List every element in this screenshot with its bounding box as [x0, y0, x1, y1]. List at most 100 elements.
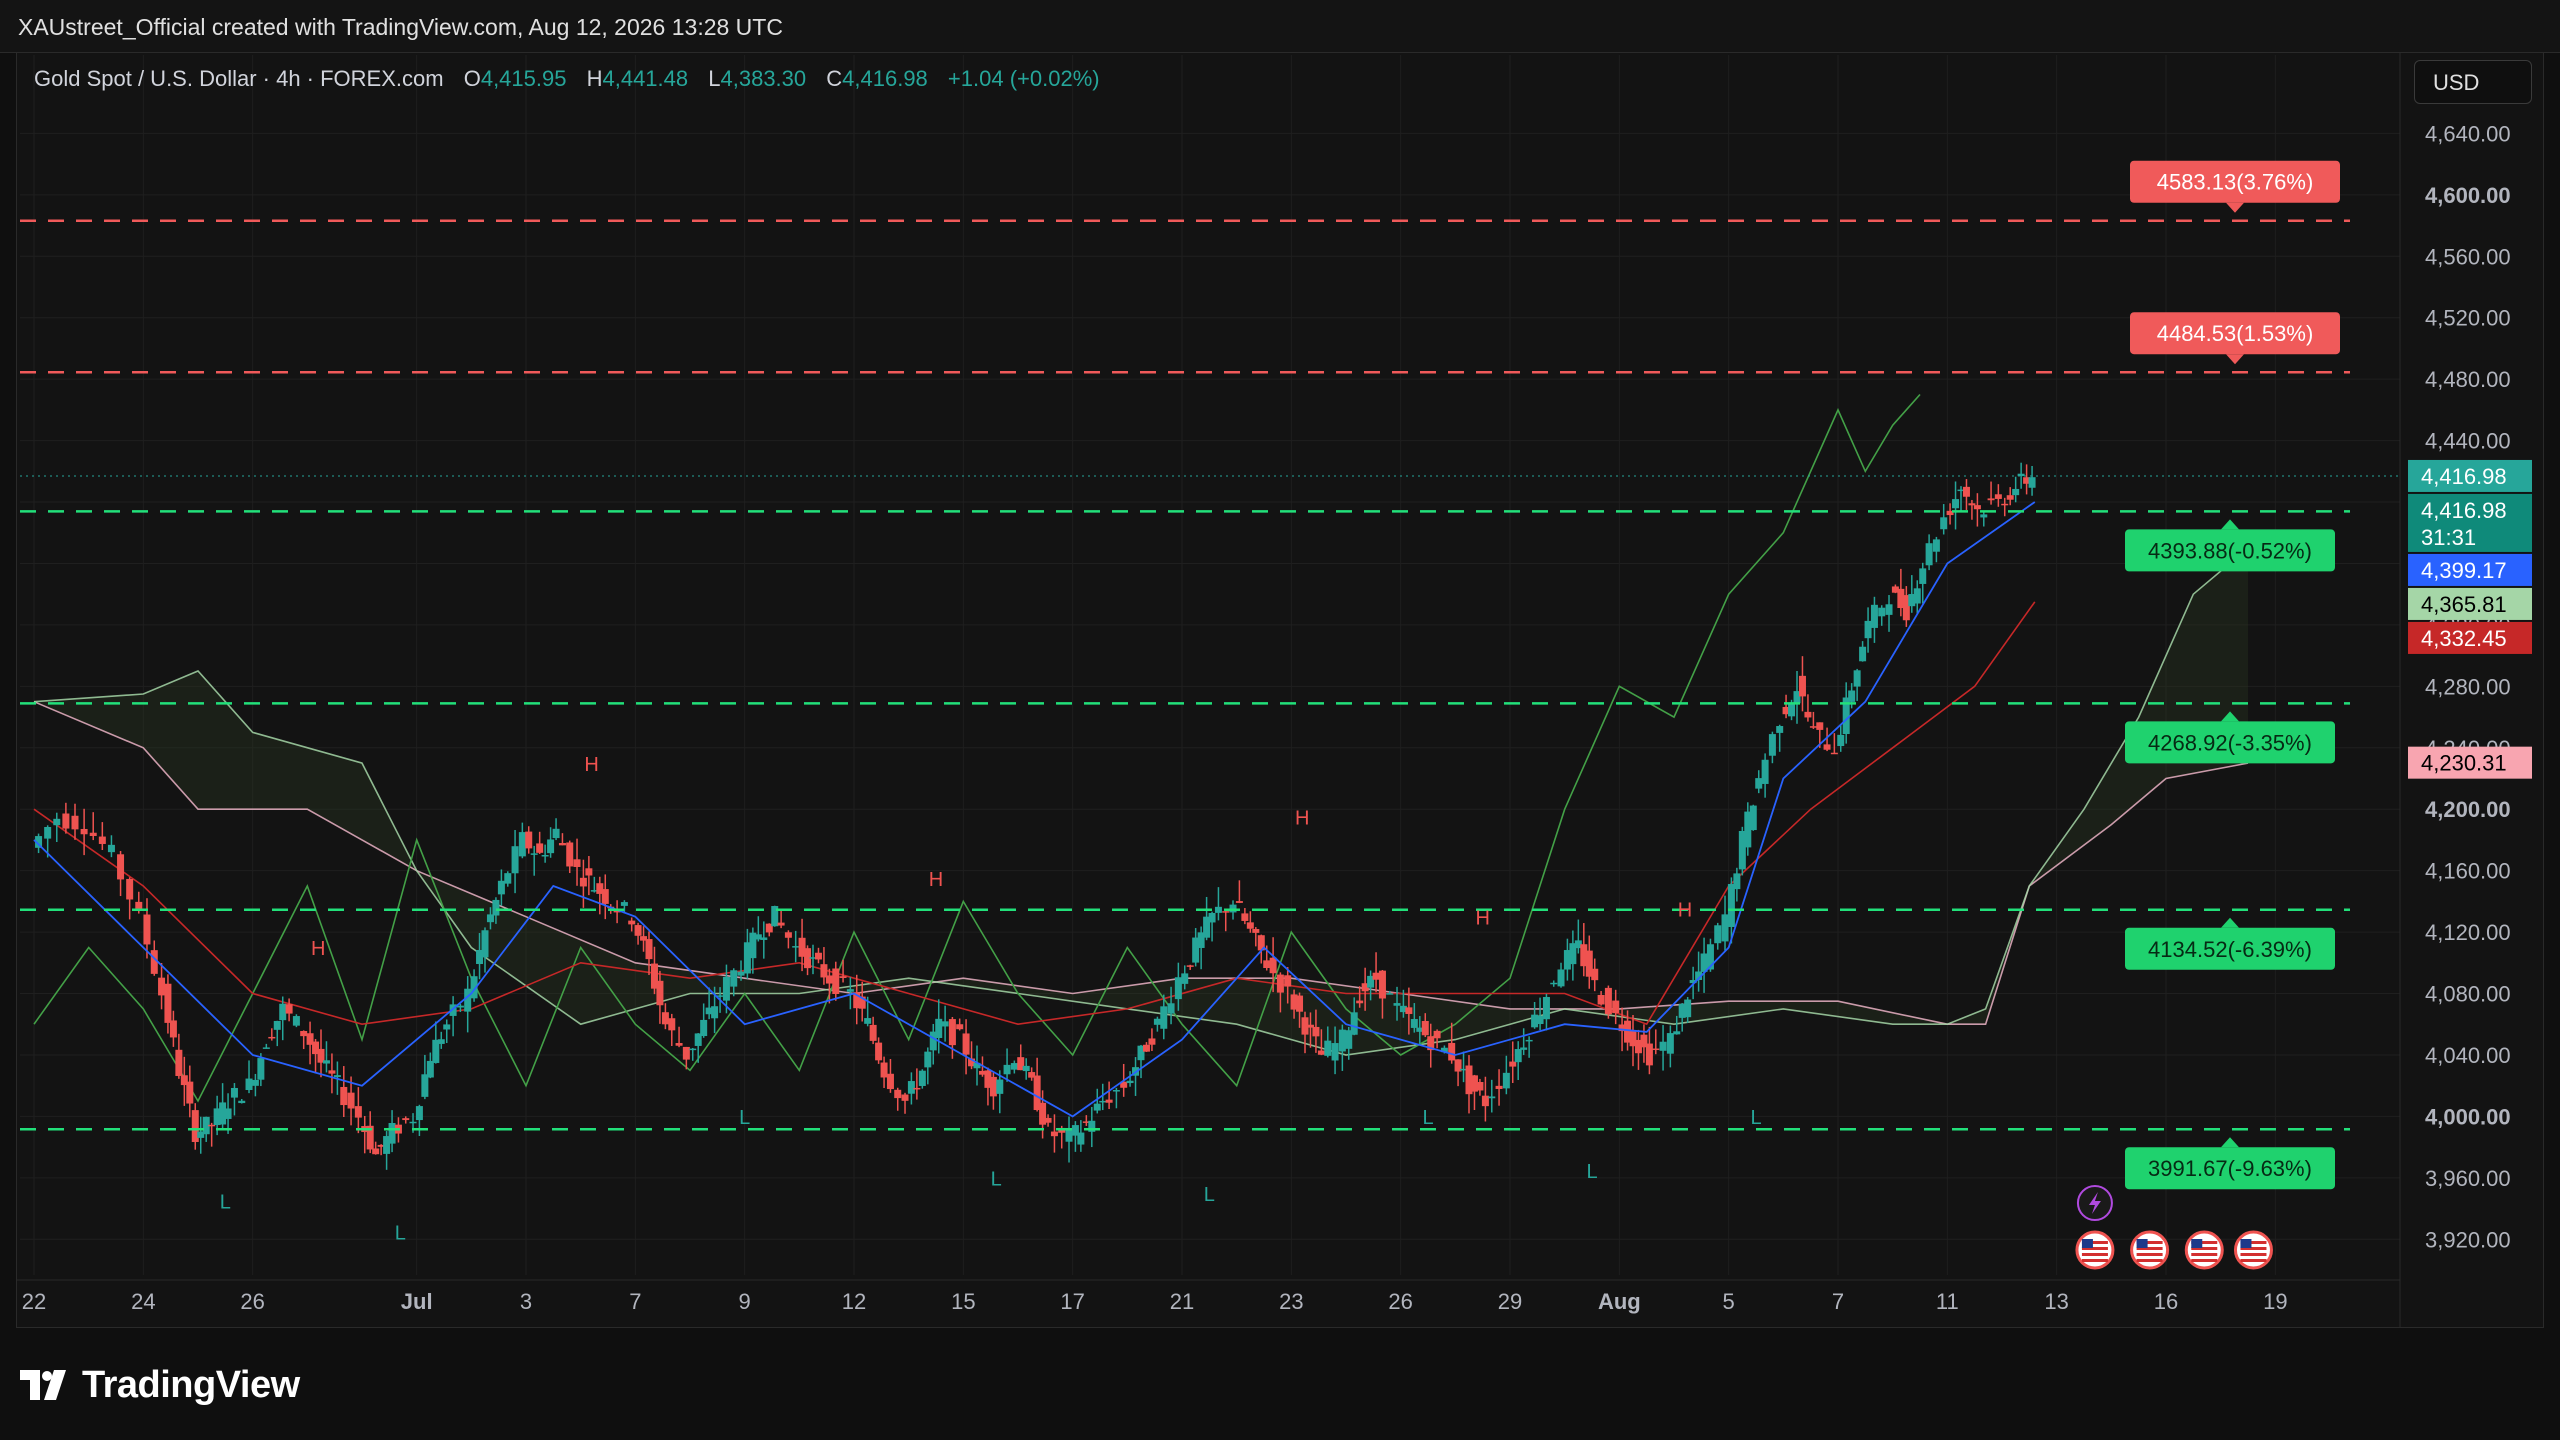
flag-canton	[2081, 1239, 2093, 1248]
price-axis-label: 4,600.00	[2425, 183, 2511, 208]
candle-body	[1488, 1096, 1496, 1099]
time-axis-label: 26	[240, 1289, 264, 1314]
candle-body	[989, 1076, 997, 1097]
candle-body	[1809, 726, 1817, 728]
candle-body	[89, 832, 97, 837]
candle-body	[1167, 1003, 1175, 1014]
candle-body	[1666, 1033, 1674, 1054]
time-axis-label: Jul	[401, 1289, 433, 1314]
chart-canvas[interactable]: 4583.13(3.76%) 4484.53(1.53%) 4393.88(-0.5…	[0, 0, 2560, 1440]
symbol-title[interactable]: Gold Spot / U.S. Dollar · 4h · FOREX.com	[34, 66, 444, 91]
candle-body	[1684, 999, 1692, 1018]
candle-body	[1823, 744, 1831, 750]
candle-body	[44, 826, 52, 839]
candle-body	[948, 1019, 956, 1046]
level-badge-pointer	[2221, 1137, 2239, 1148]
candle-body	[1312, 1026, 1320, 1037]
candle-body	[1885, 604, 1893, 615]
candle-body	[1044, 1117, 1052, 1123]
candle-body	[1393, 1003, 1401, 1006]
candle-body	[689, 1048, 697, 1051]
candle-body	[585, 868, 593, 876]
candle-body	[825, 975, 833, 984]
candle-body	[107, 844, 115, 853]
candle-body	[262, 1047, 270, 1049]
candle-body	[1848, 690, 1856, 702]
candle-body	[547, 839, 555, 854]
candle-body	[347, 1092, 355, 1109]
candle-body	[784, 932, 792, 938]
time-axis-label: 12	[842, 1289, 866, 1314]
candle-body	[1065, 1130, 1073, 1142]
candle-body	[98, 836, 106, 844]
low-value: 4,383.30	[720, 66, 807, 91]
candle-body	[1536, 1015, 1544, 1025]
candle-body	[880, 1062, 888, 1078]
candle-body	[1652, 1048, 1660, 1051]
candle-body	[150, 950, 158, 974]
candle-body	[1798, 675, 1806, 697]
candle-body	[682, 1046, 690, 1060]
price-tag-label: 4,416.98	[2421, 498, 2507, 523]
candle-body	[53, 818, 61, 826]
candle-body	[300, 1030, 308, 1037]
currency-button[interactable]: USD	[2414, 60, 2532, 104]
candle-body	[700, 1019, 708, 1037]
candle-body	[552, 828, 560, 839]
candle-body	[1003, 1064, 1011, 1075]
candle-body	[1372, 972, 1380, 980]
price-axis-label: 3,960.00	[2425, 1166, 2511, 1191]
candle-body	[1331, 1043, 1339, 1061]
candle-body	[409, 1121, 417, 1124]
candle-body	[245, 1078, 253, 1091]
time-axis-label: 7	[1832, 1289, 1844, 1314]
high-value: 4,441.48	[602, 66, 689, 91]
low-label: L	[708, 66, 721, 91]
close-value: 4,416.98	[842, 66, 928, 91]
candle-body	[566, 842, 574, 867]
candle-body	[1550, 982, 1558, 985]
time-axis-label: 16	[2154, 1289, 2178, 1314]
candle-body	[832, 968, 840, 995]
candle-body	[935, 1018, 943, 1038]
high-label: H	[586, 66, 603, 91]
candle-body	[169, 1020, 177, 1038]
candle-body	[628, 920, 636, 925]
pivot-mark-L: L	[739, 1107, 750, 1129]
candle-body	[1099, 1100, 1107, 1103]
candle-body	[1612, 1000, 1620, 1014]
level-label: 4393.88(-0.52%)	[2148, 538, 2312, 563]
candle-body	[1481, 1095, 1489, 1107]
tradingview-logo[interactable]: TradingView	[20, 1360, 300, 1410]
candle-body	[941, 1021, 949, 1027]
candle-body	[1940, 517, 1948, 530]
candle-body	[962, 1033, 970, 1055]
candle-body	[1973, 505, 1981, 510]
candle-body	[251, 1079, 259, 1086]
candle-body	[536, 843, 544, 853]
candle-body	[354, 1106, 362, 1118]
price-tag-label: 4,332.45	[2421, 626, 2507, 651]
candle-body	[1153, 1018, 1161, 1025]
level-label: 3991.67(-9.63%)	[2148, 1156, 2312, 1181]
change-value: +1.04 (+0.02%)	[947, 66, 1100, 91]
candle-body	[421, 1074, 429, 1097]
pivot-mark-L: L	[991, 1169, 1002, 1191]
candle-body	[530, 853, 538, 855]
candle-body	[1405, 1007, 1413, 1014]
candle-body	[1816, 722, 1824, 730]
price-axis-label: 4,440.00	[2425, 429, 2511, 454]
candle-body	[238, 1100, 246, 1104]
time-axis-label: 13	[2044, 1289, 2068, 1314]
candle-body	[1410, 1019, 1418, 1028]
candle-body	[1246, 922, 1254, 929]
time-axis-label: 17	[1060, 1289, 1084, 1314]
candle-body	[1276, 974, 1284, 993]
candle-body	[62, 813, 70, 829]
candle-body	[1214, 906, 1222, 913]
candle-body	[1952, 499, 1960, 509]
candle-body	[372, 1148, 380, 1155]
candle-body	[175, 1049, 183, 1076]
candle-body	[1222, 911, 1230, 913]
candle-body	[1591, 968, 1599, 981]
